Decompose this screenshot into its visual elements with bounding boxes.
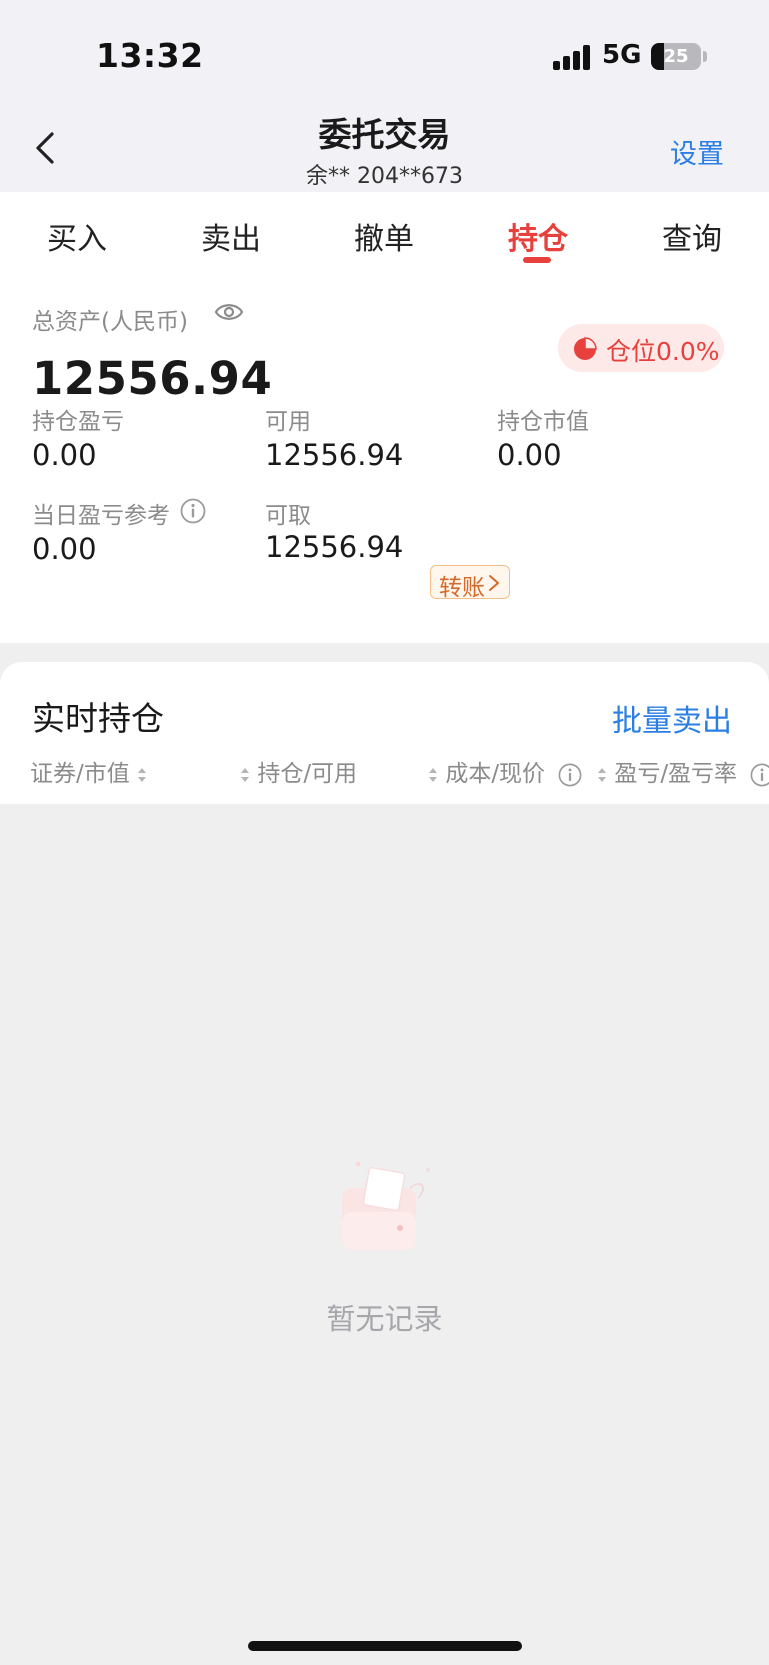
available-label: 可用 [265,409,311,435]
realtime-holdings: 实时持仓 批量卖出 证券/市值 持仓/可用 成本/现价 盈亏/盈亏率 [0,662,769,804]
signal-icon [553,44,591,70]
trade-tabs: 买入 卖出 撤单 持仓 查询 [0,192,769,278]
info-icon[interactable] [558,763,582,787]
withdrawable-label: 可取 [265,503,311,529]
settings-button[interactable]: 设置 [670,132,724,171]
tab-cancel[interactable]: 撤单 [324,214,444,258]
sort-icon [241,767,249,782]
sort-icon [429,767,437,782]
active-tab-indicator [523,257,551,263]
withdrawable-value: 12556.94 [265,530,404,564]
chevron-right-icon [489,575,499,591]
column-security[interactable]: 证券/市值 [30,754,147,788]
tab-query[interactable]: 查询 [632,214,752,258]
column-cost[interactable]: 成本/现价 [428,754,582,788]
market-value-label: 持仓市值 [497,409,589,435]
column-quantity-label: 持仓/可用 [257,761,358,787]
holding-pnl-label: 持仓盈亏 [32,409,124,435]
column-security-label: 证券/市值 [30,761,130,787]
sort-icon [598,767,606,782]
batch-sell-button[interactable]: 批量卖出 [612,696,732,740]
holding-pnl-value: 0.00 [32,438,97,472]
column-pnl[interactable]: 盈亏/盈亏率 [597,754,769,788]
sort-icon [138,767,147,782]
info-icon[interactable] [750,763,769,787]
network-label: 5G [602,40,642,70]
battery-cap [703,51,707,62]
account-info: 余** 204**673 [306,164,463,189]
battery-level: 25 [663,46,689,67]
tab-buy[interactable]: 买入 [17,214,137,258]
position-ratio-badge[interactable]: 仓位0.0% [558,324,724,372]
total-assets-label: 总资产(人民币) [32,309,188,335]
column-cost-label: 成本/现价 [445,761,546,787]
top-bar: 13:32 5G 25 委托交易 余** 204**673 设置 [0,0,769,192]
column-pnl-label: 盈亏/盈亏率 [614,761,738,787]
info-icon[interactable] [180,498,206,524]
tab-sell[interactable]: 卖出 [171,214,291,258]
transfer-button[interactable]: 转账 [430,565,510,601]
column-quantity[interactable]: 持仓/可用 [240,754,357,788]
total-assets-value: 12556.94 [32,352,273,405]
battery-icon: 25 [651,43,701,70]
asset-summary: 总资产(人民币) 12556.94 仓位0.0% 持仓盈亏 0.00 可用 12… [0,278,769,643]
home-indicator [248,1641,522,1651]
empty-box-icon [342,1161,430,1250]
page-title: 委托交易 [318,115,451,154]
tab-holdings[interactable]: 持仓 [478,214,598,258]
status-time: 13:32 [96,36,204,75]
market-value-value: 0.00 [497,438,562,472]
available-value: 12556.94 [265,438,404,472]
empty-state-text: 暂无记录 [326,1302,443,1336]
position-ratio-text: 仓位0.0% [606,337,720,366]
transfer-label: 转账 [439,575,485,601]
today-pnl-value: 0.00 [32,532,97,566]
today-pnl-label: 当日盈亏参考 [32,503,170,529]
eye-icon[interactable] [214,300,244,324]
pie-chart-icon [574,337,597,360]
holdings-title: 实时持仓 [32,699,164,738]
